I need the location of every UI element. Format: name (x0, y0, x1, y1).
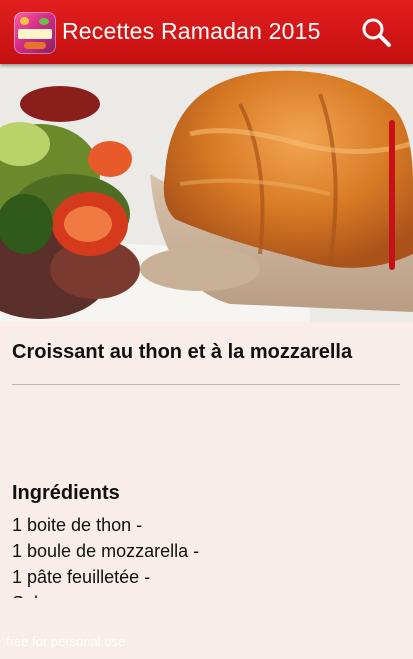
scrollbar[interactable] (389, 120, 395, 270)
app-logo-icon (14, 12, 56, 54)
divider (12, 384, 400, 385)
ingredient-item: 1 boule de mozzarella - (12, 541, 200, 561)
ingredients-heading: Ingrédients (12, 482, 120, 504)
app-title: Recettes Ramadan 2015 (62, 18, 321, 44)
watermark: free for personal use (6, 634, 126, 649)
recipe-title: Croissant au thon et à la mozzarella (12, 341, 353, 363)
search-button[interactable] (358, 14, 394, 50)
ingredients-list: 1 boite de thon - 1 boule de mozzarella … (12, 512, 402, 598)
ingredient-item: 1 pâte feuilletée - (12, 567, 151, 587)
recipe-photo (0, 64, 413, 322)
app-toolbar: Recettes Ramadan 2015 (0, 0, 413, 64)
ingredient-item: Sel (12, 590, 402, 598)
search-icon (362, 18, 391, 47)
ingredient-item: 1 boite de thon - (12, 515, 143, 535)
